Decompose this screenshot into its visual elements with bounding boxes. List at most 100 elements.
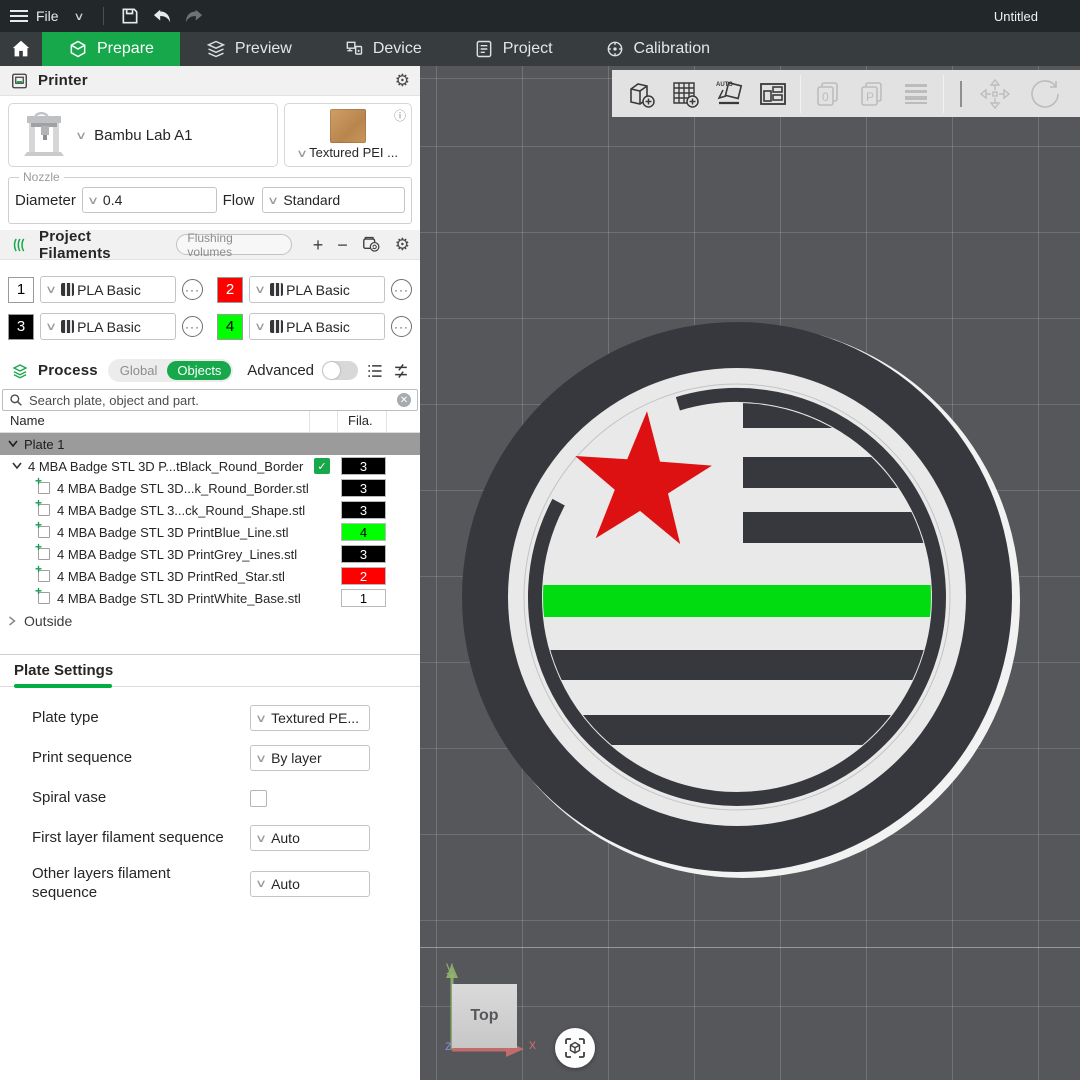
home-button[interactable] xyxy=(0,32,42,66)
add-object-button[interactable] xyxy=(622,75,660,113)
save-button[interactable] xyxy=(114,2,146,30)
add-plate-icon xyxy=(669,78,701,110)
filament-2-color-chip[interactable]: 2 xyxy=(217,277,243,303)
move-icon xyxy=(978,77,1012,111)
tree-row-object[interactable]: 4 MBA Badge STL 3D P...tBlack_Round_Bord… xyxy=(0,455,420,477)
remove-filament-button[interactable]: − xyxy=(337,236,348,254)
print-sequence-row: Print sequence ∨By layer xyxy=(32,745,420,771)
filament-4-color-chip[interactable]: 4 xyxy=(217,314,243,340)
chevron-down-icon: ∨ xyxy=(45,320,57,333)
filament-assignment-chip[interactable]: 3 xyxy=(341,501,386,519)
toolbar-separator xyxy=(800,75,801,113)
filament-assignment-chip[interactable]: 2 xyxy=(341,567,386,585)
object-visible-checkbox[interactable]: ✓ xyxy=(314,458,330,474)
first-layer-sequence-select[interactable]: ∨Auto xyxy=(250,825,370,851)
filament-3-color-chip[interactable]: 3 xyxy=(8,314,34,340)
filament-assignment-chip[interactable]: 3 xyxy=(341,479,386,497)
printer-selector[interactable]: ∨ Bambu Lab A1 xyxy=(8,103,278,167)
chevron-down-icon: ∨ xyxy=(255,712,267,725)
chevron-expanded-icon[interactable] xyxy=(8,440,18,448)
rotate-tool-button[interactable] xyxy=(1026,75,1064,113)
print-sequence-select[interactable]: ∨By layer xyxy=(250,745,370,771)
tree-row-part[interactable]: 4 MBA Badge STL 3D PrintWhite_Base.stl 1 xyxy=(0,587,420,609)
tree-row-part[interactable]: 4 MBA Badge STL 3D...k_Round_Border.stl … xyxy=(0,477,420,499)
filament-3-select[interactable]: ∨PLA Basic xyxy=(40,313,176,340)
filament-3-more-button[interactable]: ··· xyxy=(182,316,203,337)
filament-1-more-button[interactable]: ··· xyxy=(182,279,203,300)
tab-device[interactable]: Device xyxy=(318,32,448,66)
segment-objects[interactable]: Objects xyxy=(167,361,231,380)
filament-assignment-chip[interactable]: 3 xyxy=(341,545,386,563)
filament-assignment-chip[interactable]: 3 xyxy=(341,457,386,475)
filament-assignment-chip[interactable]: 4 xyxy=(341,523,386,541)
filament-1-select[interactable]: ∨PLA Basic xyxy=(40,276,176,303)
plate-type-select[interactable]: ∨Textured PE... xyxy=(250,705,370,731)
advanced-toggle[interactable] xyxy=(322,361,358,380)
plate-selector[interactable]: ⓘ ∨Textured PEI ... xyxy=(284,103,412,167)
axis-z-label: z xyxy=(445,1037,452,1053)
tree-row-outside[interactable]: Outside xyxy=(0,609,420,633)
filament-2-more-button[interactable]: ··· xyxy=(391,279,412,300)
split-to-parts-button[interactable]: P xyxy=(853,75,891,113)
filament-4-select[interactable]: ∨PLA Basic xyxy=(249,313,385,340)
tree-row-part[interactable]: 4 MBA Badge STL 3D PrintBlue_Line.stl 4 xyxy=(0,521,420,543)
filament-2-select[interactable]: ∨PLA Basic xyxy=(249,276,385,303)
flow-select[interactable]: ∨Standard xyxy=(262,187,405,213)
auto-orient-button[interactable]: AUTO xyxy=(710,75,748,113)
column-filament[interactable]: Fila. xyxy=(338,411,387,432)
split-to-objects-button[interactable]: 0 xyxy=(809,75,847,113)
ams-sync-icon[interactable] xyxy=(362,236,381,253)
column-name[interactable]: Name xyxy=(0,411,310,432)
printer-section-header: Printer ⚙ xyxy=(0,66,420,96)
badge-model[interactable] xyxy=(420,66,1080,1080)
filament-settings-gear-icon[interactable]: ⚙ xyxy=(395,236,410,253)
printer-settings-gear-icon[interactable]: ⚙ xyxy=(395,72,410,89)
filament-slot-3: 3 ∨PLA Basic ··· xyxy=(8,313,203,340)
filament-assignment-chip[interactable]: 1 xyxy=(341,589,386,607)
filament-1-color-chip[interactable]: 1 xyxy=(8,277,34,303)
file-menu[interactable]: File ∨ xyxy=(0,0,93,32)
tree-row-plate-1[interactable]: Plate 1 xyxy=(0,433,420,455)
orbit-view-button[interactable] xyxy=(555,1028,595,1068)
filament-4-more-button[interactable]: ··· xyxy=(391,316,412,337)
add-plate-button[interactable] xyxy=(666,75,704,113)
object-label: 4 MBA Badge STL 3D P...tBlack_Round_Bord… xyxy=(28,459,303,474)
variable-layer-height-button[interactable] xyxy=(897,75,935,113)
tab-preview[interactable]: Preview xyxy=(180,32,318,66)
search-input[interactable]: Search plate, object and part. xyxy=(29,393,391,408)
clear-search-icon[interactable]: ✕ xyxy=(397,393,411,407)
tab-prepare[interactable]: Prepare xyxy=(42,32,180,66)
search-bar[interactable]: Search plate, object and part. ✕ xyxy=(2,389,418,411)
global-objects-toggle[interactable]: Global Objects xyxy=(108,359,234,382)
undo-button[interactable] xyxy=(146,2,178,30)
tab-project[interactable]: Project xyxy=(448,32,579,66)
segment-global[interactable]: Global xyxy=(110,363,168,378)
tune-filter-icon[interactable] xyxy=(392,363,410,379)
tab-calibration[interactable]: Calibration xyxy=(579,32,736,66)
spool-icon xyxy=(61,283,74,296)
nozzle-diameter-select[interactable]: ∨0.4 xyxy=(82,187,217,213)
tree-row-part[interactable]: 4 MBA Badge STL 3D PrintGrey_Lines.stl 3 xyxy=(0,543,420,565)
arrange-button[interactable] xyxy=(754,75,792,113)
column-visibility xyxy=(310,411,338,432)
spiral-vase-checkbox[interactable] xyxy=(250,790,267,807)
navigation-cube-top[interactable]: Top xyxy=(452,984,517,1048)
part-add-icon xyxy=(38,548,50,560)
redo-button[interactable] xyxy=(178,2,210,30)
move-tool-button[interactable] xyxy=(976,75,1014,113)
viewport-3d[interactable]: AUTO 0 P xyxy=(420,66,1080,1080)
tab-project-label: Project xyxy=(503,40,553,58)
flushing-volumes-button[interactable]: Flushing volumes xyxy=(176,234,291,255)
list-view-icon[interactable] xyxy=(366,363,384,379)
tree-row-part[interactable]: 4 MBA Badge STL 3D PrintRed_Star.stl 2 xyxy=(0,565,420,587)
part-label: 4 MBA Badge STL 3D...k_Round_Border.stl xyxy=(57,481,309,496)
preview-icon xyxy=(206,39,226,59)
chevron-expanded-icon[interactable] xyxy=(12,462,22,470)
chevron-collapsed-icon[interactable] xyxy=(8,616,16,626)
plate-settings-form: Plate type ∨Textured PE... Print sequenc… xyxy=(0,687,420,903)
other-layers-sequence-select[interactable]: ∨Auto xyxy=(250,871,370,897)
svg-text:0: 0 xyxy=(822,90,829,104)
tree-row-part[interactable]: 4 MBA Badge STL 3...ck_Round_Shape.stl 3 xyxy=(0,499,420,521)
add-filament-button[interactable]: + xyxy=(313,236,324,254)
info-icon[interactable]: ⓘ xyxy=(394,107,406,124)
